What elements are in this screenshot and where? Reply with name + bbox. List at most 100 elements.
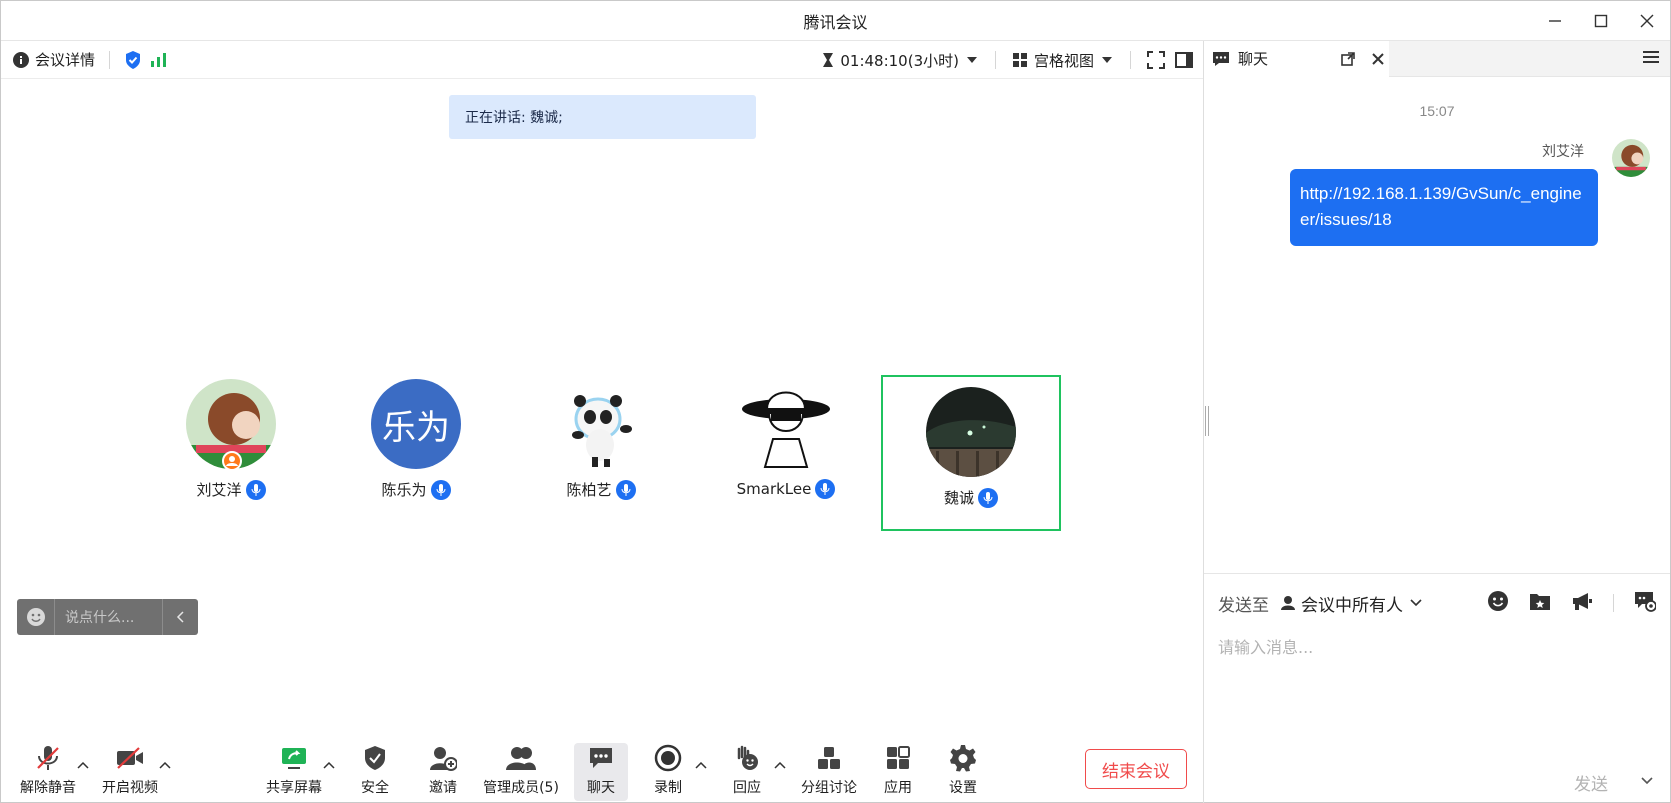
pop-out-button[interactable] bbox=[1337, 51, 1359, 67]
avatar-image bbox=[186, 379, 276, 469]
minimize-button[interactable] bbox=[1532, 1, 1578, 41]
manage-members-button[interactable]: 管理成员(5) bbox=[483, 743, 559, 801]
video-options-caret[interactable] bbox=[157, 757, 173, 773]
camera-off-icon bbox=[117, 747, 143, 769]
mic-speaking-icon bbox=[245, 479, 266, 500]
unmute-label: 解除静音 bbox=[20, 780, 76, 796]
send-options-caret[interactable] bbox=[1640, 773, 1654, 791]
invite-label: 邀请 bbox=[429, 780, 457, 796]
view-mode-label: 宫格视图 bbox=[1033, 51, 1094, 70]
send-button[interactable]: 发送 bbox=[1574, 770, 1608, 795]
pop-out-icon bbox=[1341, 51, 1355, 66]
chat-button[interactable]: 聊天 bbox=[574, 743, 628, 801]
close-button[interactable] bbox=[1624, 1, 1670, 41]
participant-tile[interactable]: 陈柏艺 bbox=[511, 369, 691, 519]
shield-check-icon bbox=[126, 50, 141, 69]
chevron-down-icon bbox=[1410, 599, 1422, 607]
mic-speaking-icon bbox=[615, 479, 636, 500]
chevron-up-icon bbox=[159, 761, 171, 769]
share-options-caret[interactable] bbox=[321, 757, 337, 773]
video-stage: 正在讲话: 魏诚; 刘艾洋 乐为 陈乐为 陈柏艺 SmarkLee 魏诚 说点什… bbox=[1, 79, 1203, 739]
send-target-label: 会议中所有人 bbox=[1301, 595, 1403, 616]
divider bbox=[1613, 594, 1614, 612]
record-options-caret[interactable] bbox=[693, 757, 709, 773]
night-scene-avatar-image bbox=[926, 387, 1016, 477]
participant-name: 刘艾洋 bbox=[196, 481, 242, 499]
participant-tile[interactable]: 乐为 陈乐为 bbox=[326, 369, 506, 519]
chat-settings-icon bbox=[1635, 591, 1657, 612]
close-chat-button[interactable] bbox=[1367, 52, 1389, 66]
react-button[interactable]: 回应 bbox=[725, 743, 769, 801]
chat-menu-button[interactable] bbox=[1642, 49, 1660, 70]
share-screen-button[interactable]: 共享屏幕 bbox=[263, 743, 325, 801]
chevron-left-icon bbox=[176, 611, 184, 623]
mic-speaking-icon bbox=[430, 479, 451, 500]
chat-message-input[interactable]: 请输入消息... bbox=[1218, 634, 1313, 658]
start-video-button[interactable]: 开启视频 bbox=[99, 743, 161, 801]
minimize-icon bbox=[1549, 20, 1561, 22]
apps-button[interactable]: 应用 bbox=[876, 743, 920, 801]
participant-tile[interactable]: 刘艾洋 bbox=[141, 369, 321, 519]
chevron-up-icon bbox=[695, 761, 707, 769]
security-button[interactable]: 安全 bbox=[353, 743, 397, 801]
chat-settings-button[interactable] bbox=[1634, 590, 1657, 617]
collapse-button[interactable] bbox=[162, 599, 198, 635]
settings-button[interactable]: 设置 bbox=[941, 743, 985, 801]
chat-bubble-icon bbox=[1213, 51, 1229, 66]
react-options-caret[interactable] bbox=[772, 757, 788, 773]
participant-name: 陈乐为 bbox=[381, 481, 427, 499]
react-label: 回应 bbox=[733, 780, 761, 796]
emoji-icon bbox=[26, 608, 45, 626]
emoji-button[interactable] bbox=[17, 599, 55, 635]
announcement-button[interactable] bbox=[1571, 591, 1593, 616]
send-file-button[interactable] bbox=[1529, 591, 1551, 616]
emoji-icon bbox=[1488, 590, 1508, 611]
info-icon bbox=[13, 51, 29, 68]
shield-check-icon bbox=[365, 746, 385, 770]
chat-panel: 聊天 15:07 刘艾洋 http://192.168.1.139/GvSun/… bbox=[1204, 40, 1670, 803]
share-screen-icon bbox=[282, 748, 306, 769]
signal-bars-icon bbox=[151, 52, 167, 67]
tab-chat[interactable]: 聊天 bbox=[1204, 40, 1389, 77]
record-button[interactable]: 录制 bbox=[646, 743, 690, 801]
network-status-button[interactable] bbox=[150, 52, 168, 68]
audio-options-caret[interactable] bbox=[75, 757, 91, 773]
toggle-side-panel-button[interactable] bbox=[1175, 51, 1193, 69]
mic-icon bbox=[978, 487, 998, 508]
emoji-button[interactable] bbox=[1487, 590, 1509, 617]
gear-icon bbox=[950, 745, 976, 772]
meeting-timer[interactable]: 01:48:10(3小时) bbox=[822, 50, 979, 71]
side-panel-icon bbox=[1175, 52, 1193, 68]
manage-members-label: 管理成员(5) bbox=[483, 780, 559, 796]
caret-down-icon bbox=[1102, 57, 1112, 63]
close-icon bbox=[1640, 14, 1654, 28]
participant-name: 陈柏艺 bbox=[566, 481, 612, 499]
sender-avatar bbox=[1612, 139, 1650, 177]
chat-timestamp: 15:07 bbox=[1419, 103, 1455, 119]
settings-label: 设置 bbox=[949, 780, 977, 796]
participant-tile[interactable]: SmarkLee bbox=[696, 369, 876, 519]
participant-tile-active-speaker[interactable]: 魏诚 bbox=[881, 375, 1061, 531]
chat-message-link[interactable]: http://192.168.1.139/GvSun/c_engineer/is… bbox=[1290, 169, 1598, 246]
divider bbox=[109, 50, 111, 69]
view-mode-dropdown[interactable]: 宫格视图 bbox=[1012, 50, 1114, 71]
unmute-button[interactable]: 解除静音 bbox=[17, 743, 79, 801]
end-meeting-button[interactable]: 结束会议 bbox=[1085, 749, 1187, 789]
fullscreen-button[interactable] bbox=[1147, 51, 1165, 69]
chat-tab-bar: 聊天 bbox=[1204, 40, 1670, 77]
quick-chat-input[interactable]: 说点什么... bbox=[55, 607, 162, 627]
maximize-button[interactable] bbox=[1578, 1, 1624, 41]
window-controls bbox=[1532, 1, 1670, 41]
sender-avatar-image bbox=[1612, 139, 1650, 177]
grid-view-icon bbox=[1012, 53, 1027, 67]
send-target-dropdown[interactable]: 会议中所有人 bbox=[1281, 591, 1423, 616]
close-icon bbox=[1372, 52, 1384, 65]
chevron-up-icon bbox=[323, 761, 335, 769]
invite-button[interactable]: 邀请 bbox=[421, 743, 465, 801]
security-status-button[interactable] bbox=[124, 50, 142, 70]
breakout-rooms-button[interactable]: 分组讨论 bbox=[798, 743, 860, 801]
chevron-up-icon bbox=[77, 761, 89, 769]
meeting-info-button[interactable]: 会议详情 bbox=[13, 49, 95, 70]
title-bar: 腾讯会议 bbox=[1, 1, 1670, 41]
folder-icon bbox=[1530, 593, 1550, 610]
